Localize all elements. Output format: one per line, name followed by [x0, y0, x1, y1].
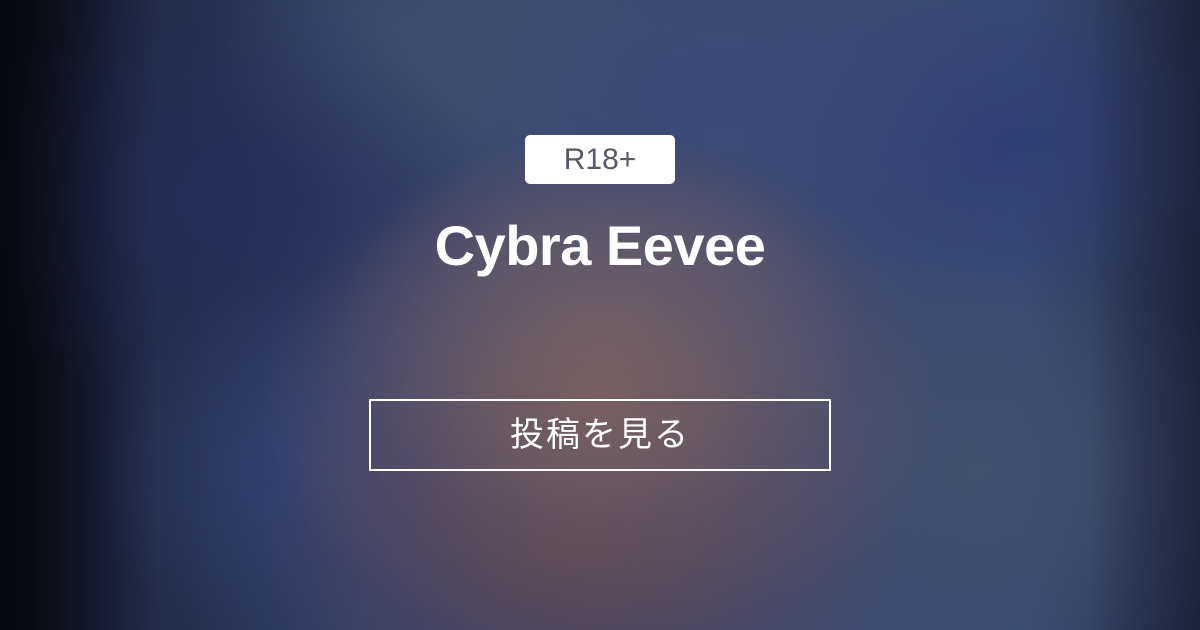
blurred-background-image: [0, 0, 1200, 630]
view-post-button[interactable]: 投稿を見る: [369, 399, 831, 471]
post-title: Cybra Eevee: [434, 214, 766, 277]
background-vignette-left: [0, 0, 160, 630]
background-vignette-right: [1090, 0, 1200, 630]
age-rating-badge: R18+: [525, 135, 675, 184]
